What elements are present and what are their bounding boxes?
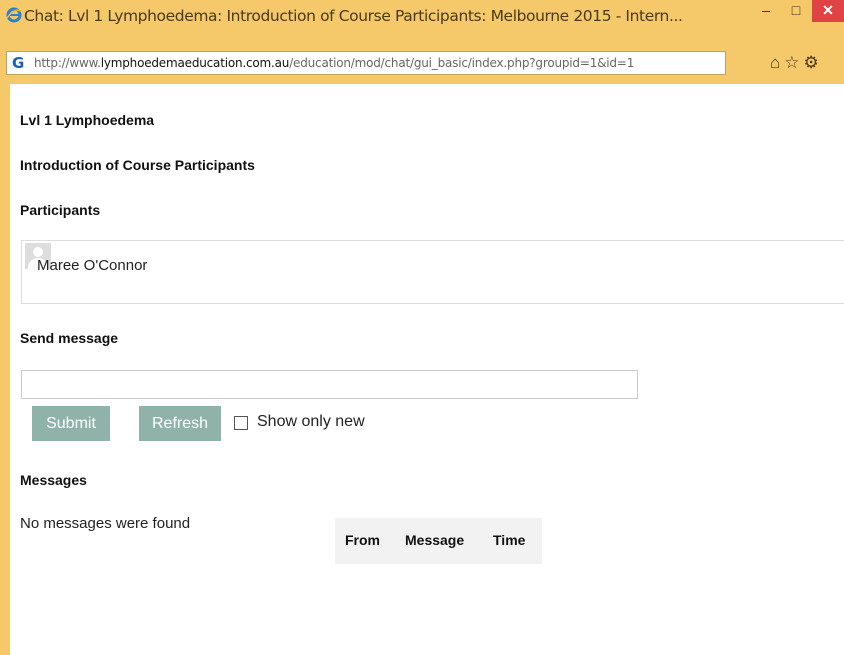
column-header-message: Message [405,532,465,548]
course-title: Lvl 1 Lymphoedema [20,112,155,128]
submit-button[interactable]: Submit [32,406,110,441]
show-only-new-label: Show only new [257,413,365,430]
messages-table-header: From Message Time [335,518,542,564]
message-input[interactable] [21,370,638,399]
messages-heading: Messages [20,472,87,488]
google-icon: G [12,54,25,72]
no-messages-text: No messages were found [20,515,191,532]
address-bar[interactable]: G http://www.lymphoedemaeducation.com.au… [6,51,726,75]
page-content: Lvl 1 Lymphoedema Introduction of Course… [10,84,844,655]
address-url: http://www.lymphoedemaeducation.com.au/e… [34,56,635,70]
send-message-heading: Send message [20,330,119,346]
window-titlebar: Chat: Lvl 1 Lymphoedema: Introduction of… [0,0,844,32]
chat-title: Introduction of Course Participants [20,157,255,173]
window-title: Chat: Lvl 1 Lymphoedema: Introduction of… [24,7,683,25]
maximize-button[interactable]: □ [782,0,810,22]
address-domain: lymphoedemaeducation.com.au [100,56,290,70]
participant-name: Maree O'Connor [37,257,148,274]
column-header-time: Time [493,532,526,548]
tools-gear-icon[interactable]: ⚙ [804,53,823,72]
refresh-button[interactable]: Refresh [139,406,221,441]
close-button[interactable]: ✕ [812,0,844,22]
participants-list: Maree O'Connor [21,240,844,304]
internet-explorer-icon [6,7,22,23]
home-icon[interactable]: ⌂ [770,53,784,72]
minimize-button[interactable]: – [752,0,780,22]
favorites-star-icon[interactable]: ☆ [784,53,803,72]
column-header-from: From [345,532,380,548]
browser-nav-icons: ⌂☆⚙ [770,53,823,73]
participants-heading: Participants [20,202,101,218]
show-only-new-checkbox[interactable] [234,416,248,430]
